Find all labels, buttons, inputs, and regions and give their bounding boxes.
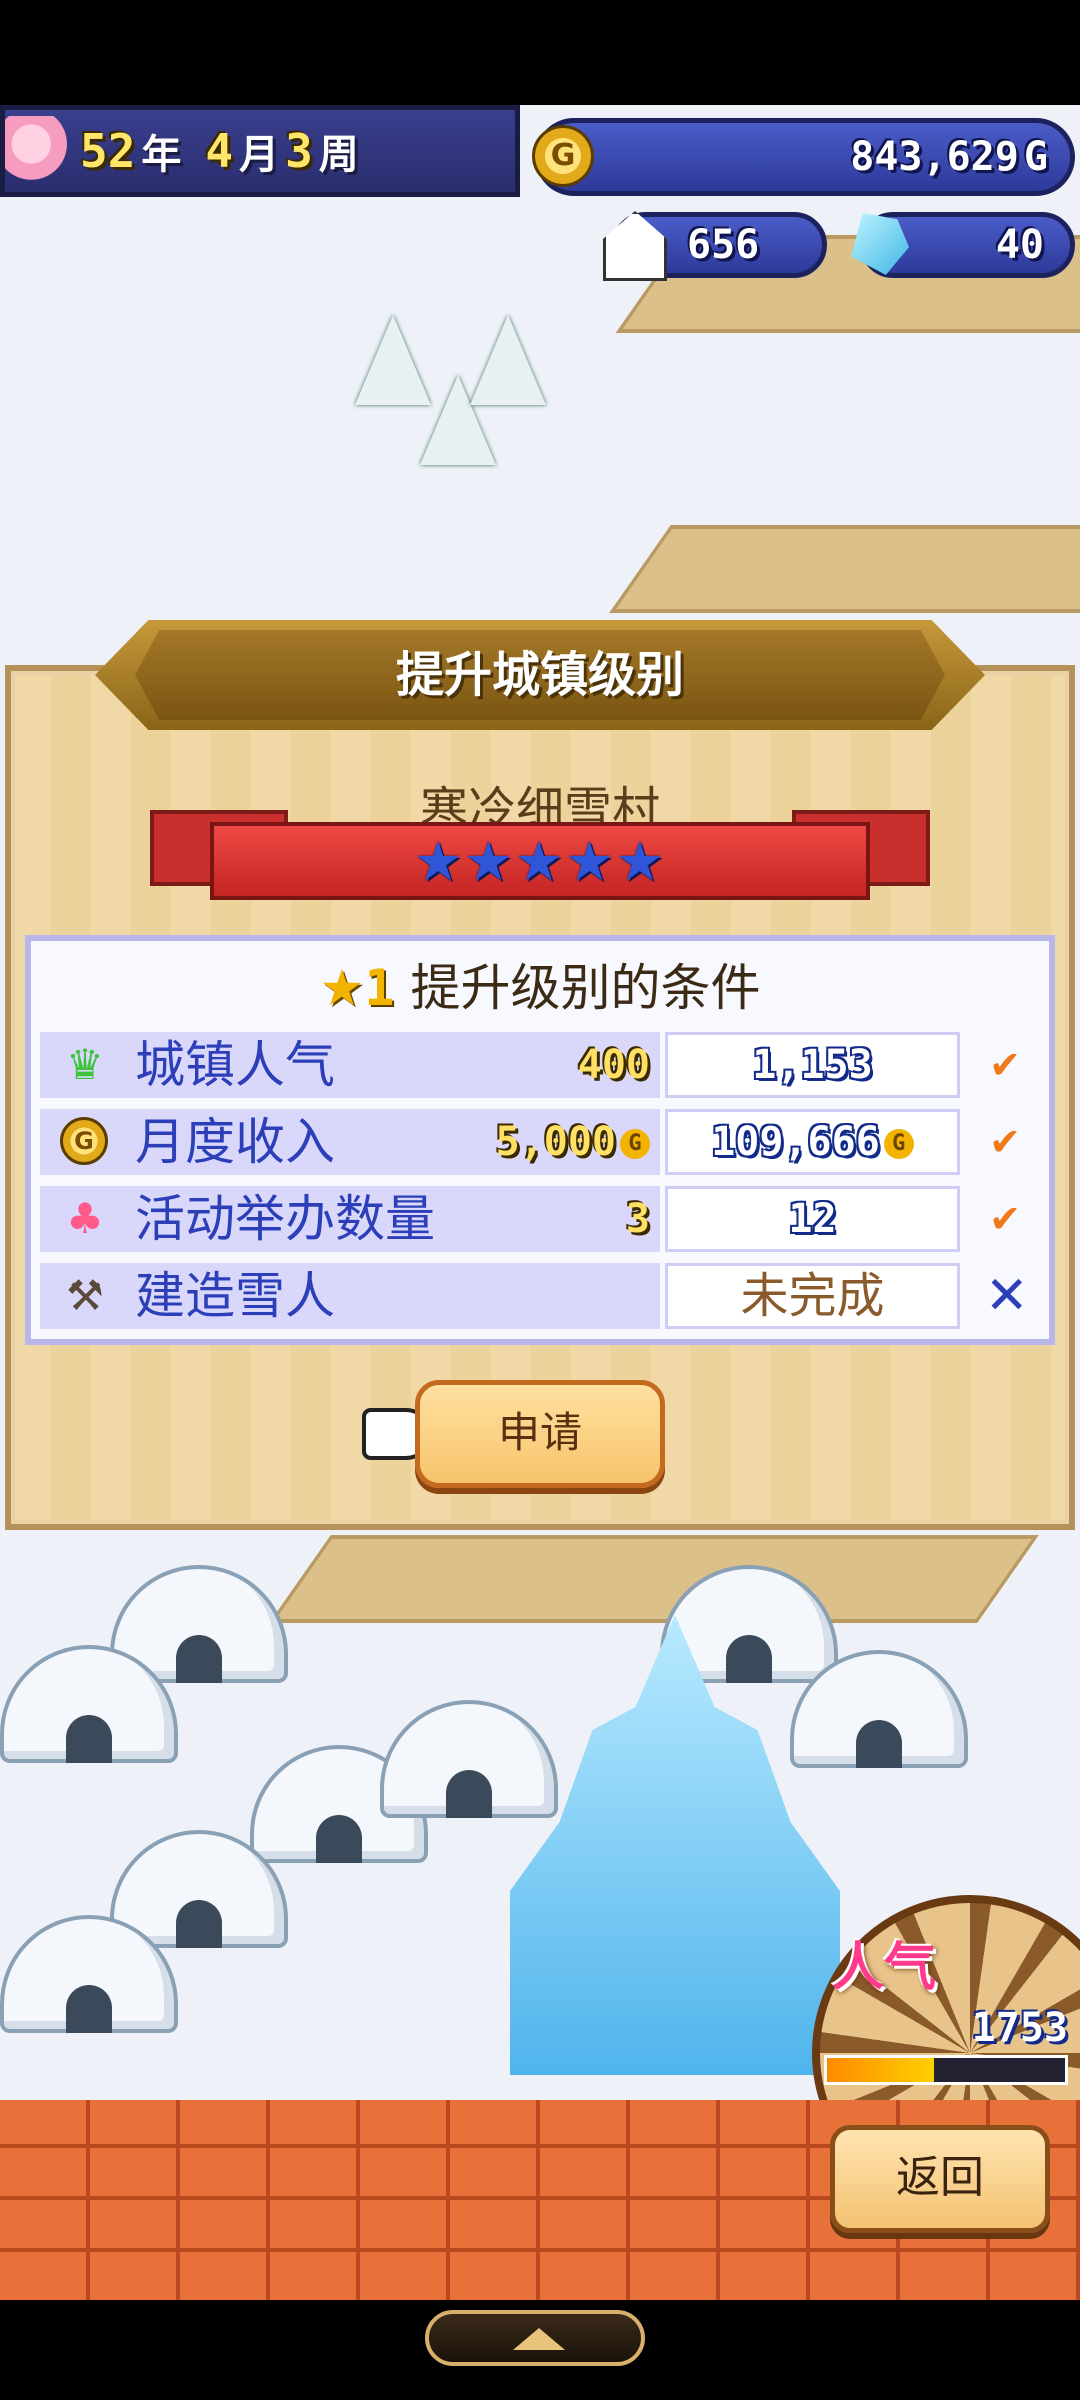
coin-icon: G xyxy=(60,1117,110,1167)
conditions-header: ★1 提升级别的条件 xyxy=(25,948,1055,1020)
back-button[interactable]: 返回 xyxy=(830,2125,1050,2233)
condition-required: 5,000 G xyxy=(496,1109,650,1175)
condition-label: 月度收入 xyxy=(135,1113,335,1171)
status-bar xyxy=(0,0,1080,105)
condition-row: G 月度收入 5,000 G 109,666 G xyxy=(40,1109,960,1175)
check-icon: ✔ xyxy=(989,1043,1021,1087)
month-unit: 月 xyxy=(239,132,280,178)
current-value: 109,666 xyxy=(711,1119,880,1165)
dirt-path xyxy=(269,1535,1039,1623)
condition-current: 109,666 G xyxy=(668,1112,957,1172)
coin-icon: G xyxy=(532,125,594,187)
dirt-path xyxy=(609,525,1080,613)
popularity-icon: ♛ xyxy=(66,1040,104,1089)
popularity-bar-fill xyxy=(827,2058,935,2082)
condition-current: 未完成 xyxy=(740,1268,885,1324)
up-arrow-icon xyxy=(513,2328,565,2350)
gold-suffix-icon: G xyxy=(620,1129,650,1159)
week-value: 3 xyxy=(285,124,313,178)
ice-castle[interactable] xyxy=(510,1615,840,2075)
condition-row: ♛ 城镇人气 400 1,153 xyxy=(40,1032,960,1098)
money-value: 843,629 xyxy=(850,134,1019,180)
dialog-title: 提升城镇级别 xyxy=(395,647,684,703)
hammer-icon: ⚒ xyxy=(66,1271,104,1320)
condition-label: 城镇人气 xyxy=(135,1036,335,1094)
condition-row: ⚒ 建造雪人 未完成 xyxy=(40,1263,960,1329)
expand-menu-button[interactable] xyxy=(425,2310,645,2366)
week-unit: 周 xyxy=(318,132,359,178)
gem-value: 40 xyxy=(995,222,1044,268)
condition-row: ♣ 活动举办数量 3 12 xyxy=(40,1186,960,1252)
star-icon: ★ xyxy=(319,959,365,1017)
date-display: 52 年 4 月 3 周 xyxy=(0,105,520,197)
year-unit: 年 xyxy=(141,132,182,178)
blossom-icon xyxy=(5,116,80,186)
apply-button[interactable]: 申请 xyxy=(415,1380,665,1488)
condition-required: 3 xyxy=(625,1196,650,1242)
population-value: 656 xyxy=(687,222,760,268)
popularity-label: 人气 xyxy=(832,1938,937,1998)
town-rank-stars: ★★★★★ xyxy=(413,830,667,893)
required-value: 5,000 xyxy=(495,1119,616,1165)
condition-label: 活动举办数量 xyxy=(135,1190,435,1248)
popularity-meter[interactable]: 人气 1753 xyxy=(812,1895,1080,2211)
money-suffix: G xyxy=(1023,134,1048,180)
popularity-value: 1753 xyxy=(971,2005,1068,2051)
igloo xyxy=(380,1700,558,1818)
conditions-title: 提升级别的条件 xyxy=(410,959,761,1017)
check-icon: ✔ xyxy=(989,1120,1021,1164)
condition-current: 12 xyxy=(788,1196,837,1242)
condition-current: 1,153 xyxy=(752,1042,873,1088)
gem-display[interactable]: 40 xyxy=(851,212,1075,278)
snowy-tree xyxy=(470,315,546,405)
popularity-bar xyxy=(824,2055,1068,2085)
condition-required: 400 xyxy=(577,1042,650,1088)
month-value: 4 xyxy=(205,124,234,178)
money-display[interactable]: G 843,629 G xyxy=(532,118,1075,196)
population-display[interactable]: 656 xyxy=(603,211,827,281)
condition-label: 建造雪人 xyxy=(135,1267,335,1325)
check-icon: ✔ xyxy=(989,1197,1021,1241)
dialog-header: 提升城镇级别 xyxy=(95,620,985,730)
level-number: 1 xyxy=(364,959,395,1017)
balloons-icon: ♣ xyxy=(66,1194,104,1243)
cross-icon: ✕ xyxy=(985,1266,1029,1326)
gold-suffix-icon: G xyxy=(883,1129,914,1159)
year-value: 52 xyxy=(80,124,136,178)
